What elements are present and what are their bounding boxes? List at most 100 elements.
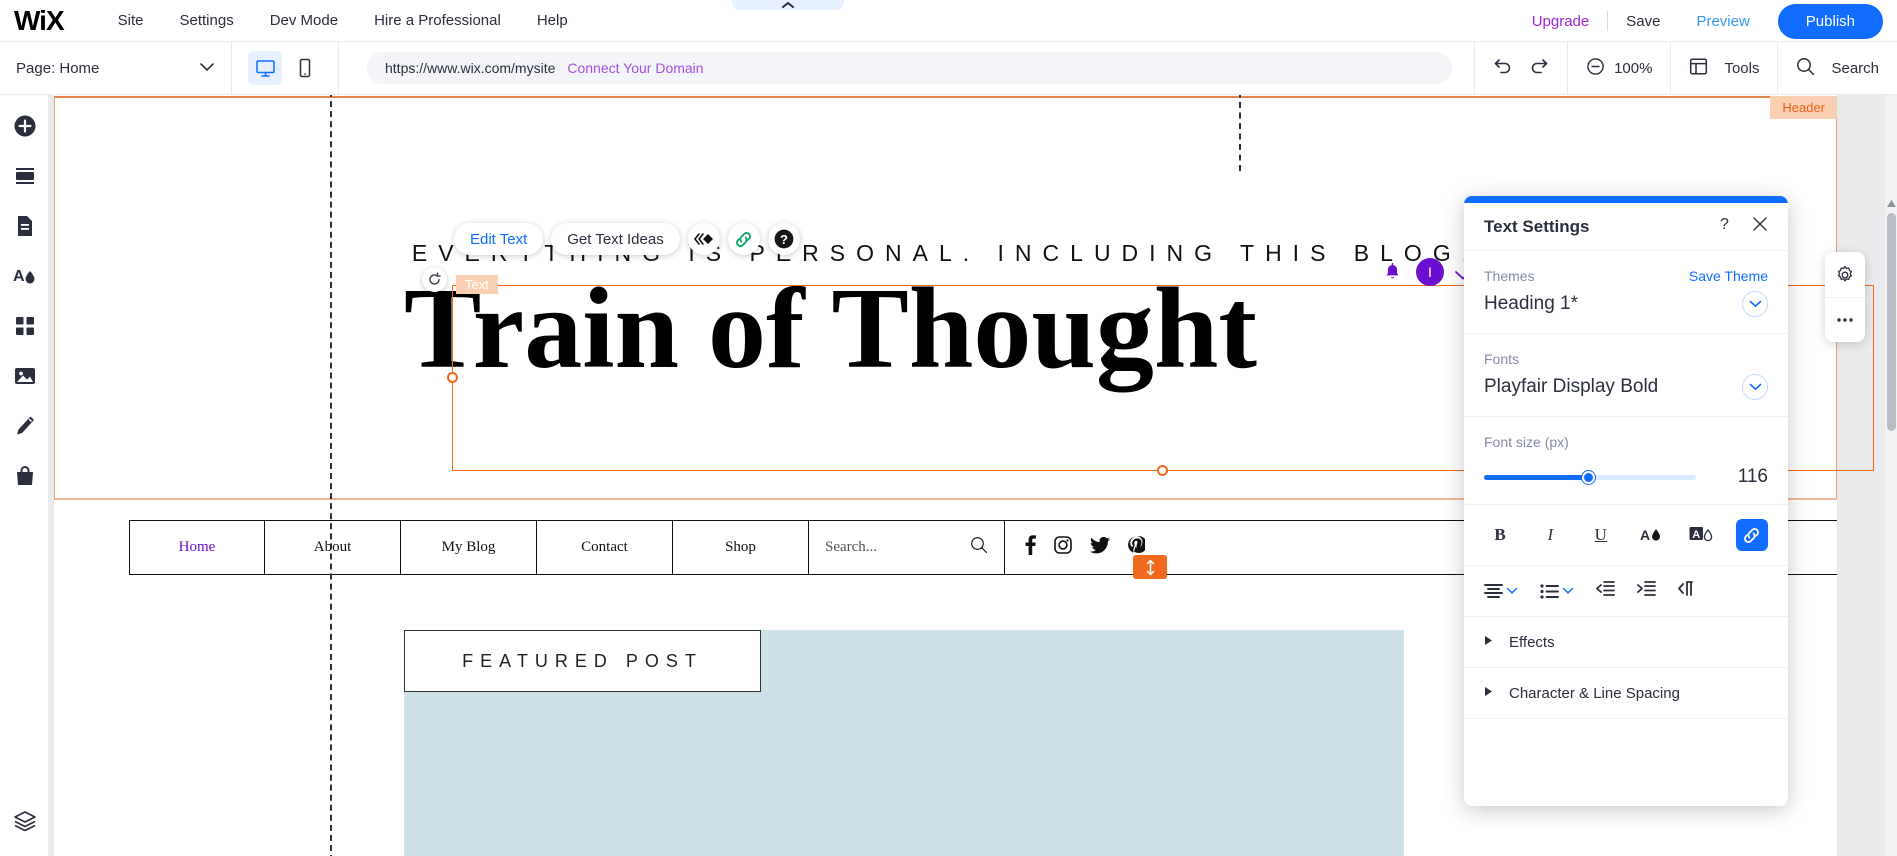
decrease-indent-button[interactable] [1596, 580, 1615, 602]
theme-value: Heading 1* [1484, 293, 1579, 314]
underline-button[interactable]: U [1585, 519, 1617, 551]
fonts-label: Fonts [1484, 351, 1520, 367]
menu-item-hire-a-professional[interactable]: Hire a Professional [356, 6, 519, 35]
scroll-up-arrow[interactable] [1887, 194, 1896, 212]
undo-button[interactable] [1493, 57, 1513, 80]
nav-item-about[interactable]: About [265, 521, 401, 574]
facebook-icon[interactable] [1025, 535, 1036, 560]
desktop-view-button[interactable] [248, 51, 282, 85]
text-align-center-icon [1484, 583, 1503, 598]
svg-text:?: ? [780, 232, 788, 247]
notification-bell-icon[interactable] [1384, 262, 1401, 287]
sidebar-item-add-section[interactable] [0, 151, 49, 201]
font-size-value[interactable]: 116 [1738, 466, 1768, 488]
nav-item-contact[interactable]: Contact [537, 521, 673, 574]
nav-item-home[interactable]: Home [129, 521, 265, 574]
sidebar-item-pages[interactable] [0, 201, 49, 251]
rotate-icon [429, 272, 441, 285]
search-button[interactable]: Search [1777, 42, 1897, 95]
bullet-list-icon [1540, 583, 1559, 599]
avatar[interactable]: I [1416, 258, 1444, 286]
chevron-up-icon [782, 1, 794, 8]
increase-indent-button[interactable] [1637, 580, 1656, 602]
wix-editor: WiX Site Settings Dev Mode Hire a Profes… [0, 0, 1897, 856]
slider-fill [1484, 474, 1588, 480]
zoom-level-label: 100% [1614, 60, 1653, 77]
page-selector[interactable]: Page: Home [0, 41, 232, 95]
effects-expander[interactable]: Effects [1464, 617, 1788, 668]
sidebar-item-add-elements[interactable] [0, 101, 49, 151]
theme-dropdown-button[interactable] [1742, 291, 1768, 317]
close-icon[interactable] [1752, 216, 1768, 237]
spacing-expander[interactable]: Character & Line Spacing [1464, 668, 1788, 719]
sidebar-item-my-media[interactable] [0, 351, 49, 401]
undo-icon [1494, 59, 1511, 74]
link-button[interactable] [1735, 519, 1768, 551]
site-search-input[interactable]: Search... [809, 521, 1005, 574]
link-button[interactable] [727, 223, 760, 255]
instagram-icon[interactable] [1054, 536, 1072, 559]
text-direction-icon [1678, 581, 1693, 596]
zoom-out-icon[interactable] [1586, 57, 1605, 81]
wix-logo[interactable]: WiX [14, 5, 65, 37]
mobile-icon [299, 58, 311, 78]
blog-pen-icon [16, 416, 34, 435]
slider-knob[interactable] [1581, 470, 1595, 484]
search-icon[interactable] [970, 536, 988, 559]
collapse-toolbar-tab[interactable] [732, 0, 844, 10]
sidebar-item-store[interactable] [0, 451, 49, 501]
font-size-section: Font size (px) 116 [1464, 417, 1788, 505]
element-more-button[interactable] [1825, 297, 1865, 342]
rotate-handle[interactable] [422, 267, 447, 292]
sidebar-item-site-theme[interactable]: A [0, 251, 49, 301]
question-mark-icon[interactable]: ? [1717, 215, 1732, 238]
text-direction-button[interactable] [1678, 580, 1694, 602]
menu-item-help[interactable]: Help [519, 6, 586, 35]
connect-domain-link[interactable]: Connect Your Domain [567, 60, 703, 76]
animation-button[interactable] [687, 223, 720, 255]
get-text-ideas-button[interactable]: Get Text Ideas [551, 223, 680, 255]
store-bag-icon [16, 466, 33, 485]
text-align-button[interactable] [1484, 583, 1518, 600]
save-button[interactable]: Save [1608, 13, 1678, 30]
nav-item-my-blog[interactable]: My Blog [401, 521, 537, 574]
sidebar-item-layers[interactable] [0, 796, 49, 846]
element-settings-button[interactable] [1825, 252, 1865, 297]
help-button[interactable]: ? [767, 223, 800, 255]
nav-item-shop[interactable]: Shop [673, 521, 809, 574]
redo-button[interactable] [1529, 57, 1549, 80]
list-style-button[interactable] [1540, 583, 1574, 600]
sidebar-item-app-market[interactable] [0, 301, 49, 351]
upgrade-link[interactable]: Upgrade [1514, 13, 1608, 30]
highlight-color-button[interactable]: A [1686, 519, 1718, 551]
menu-item-site[interactable]: Site [100, 6, 162, 35]
font-dropdown-button[interactable] [1742, 374, 1768, 400]
scrollbar-thumb[interactable] [1887, 213, 1896, 431]
twitter-icon[interactable] [1090, 536, 1110, 559]
site-url-bar[interactable]: https://www.wix.com/mysite Connect Your … [367, 52, 1452, 84]
italic-button[interactable]: I [1534, 519, 1566, 551]
svg-text:A: A [13, 268, 25, 285]
save-theme-link[interactable]: Save Theme [1689, 268, 1768, 284]
menu-item-settings[interactable]: Settings [162, 6, 252, 35]
font-size-slider[interactable] [1484, 470, 1696, 484]
canvas-scrollbar[interactable] [1885, 95, 1897, 856]
text-color-button[interactable]: A [1635, 519, 1667, 551]
tools-button[interactable]: Tools [1670, 42, 1777, 95]
resize-handle-left[interactable] [447, 372, 458, 383]
edit-text-button[interactable]: Edit Text [454, 223, 544, 255]
sidebar-item-blog[interactable] [0, 401, 49, 451]
menu-item-dev-mode[interactable]: Dev Mode [252, 6, 356, 35]
header-badge[interactable]: Header [1770, 96, 1837, 119]
bold-button[interactable]: B [1484, 519, 1516, 551]
resize-drag-handle[interactable] [1133, 555, 1167, 579]
media-image-icon [14, 368, 35, 384]
vertical-resize-icon [1146, 559, 1154, 575]
featured-post-label[interactable]: FEATURED POST [404, 630, 761, 692]
mobile-view-button[interactable] [288, 51, 322, 85]
publish-button[interactable]: Publish [1777, 3, 1883, 39]
preview-button[interactable]: Preview [1678, 13, 1767, 30]
resize-handle-bottom[interactable] [1157, 465, 1168, 476]
zoom-control[interactable]: 100% [1567, 42, 1670, 95]
toolbar-right-group: 100% Tools Search [1474, 42, 1897, 95]
